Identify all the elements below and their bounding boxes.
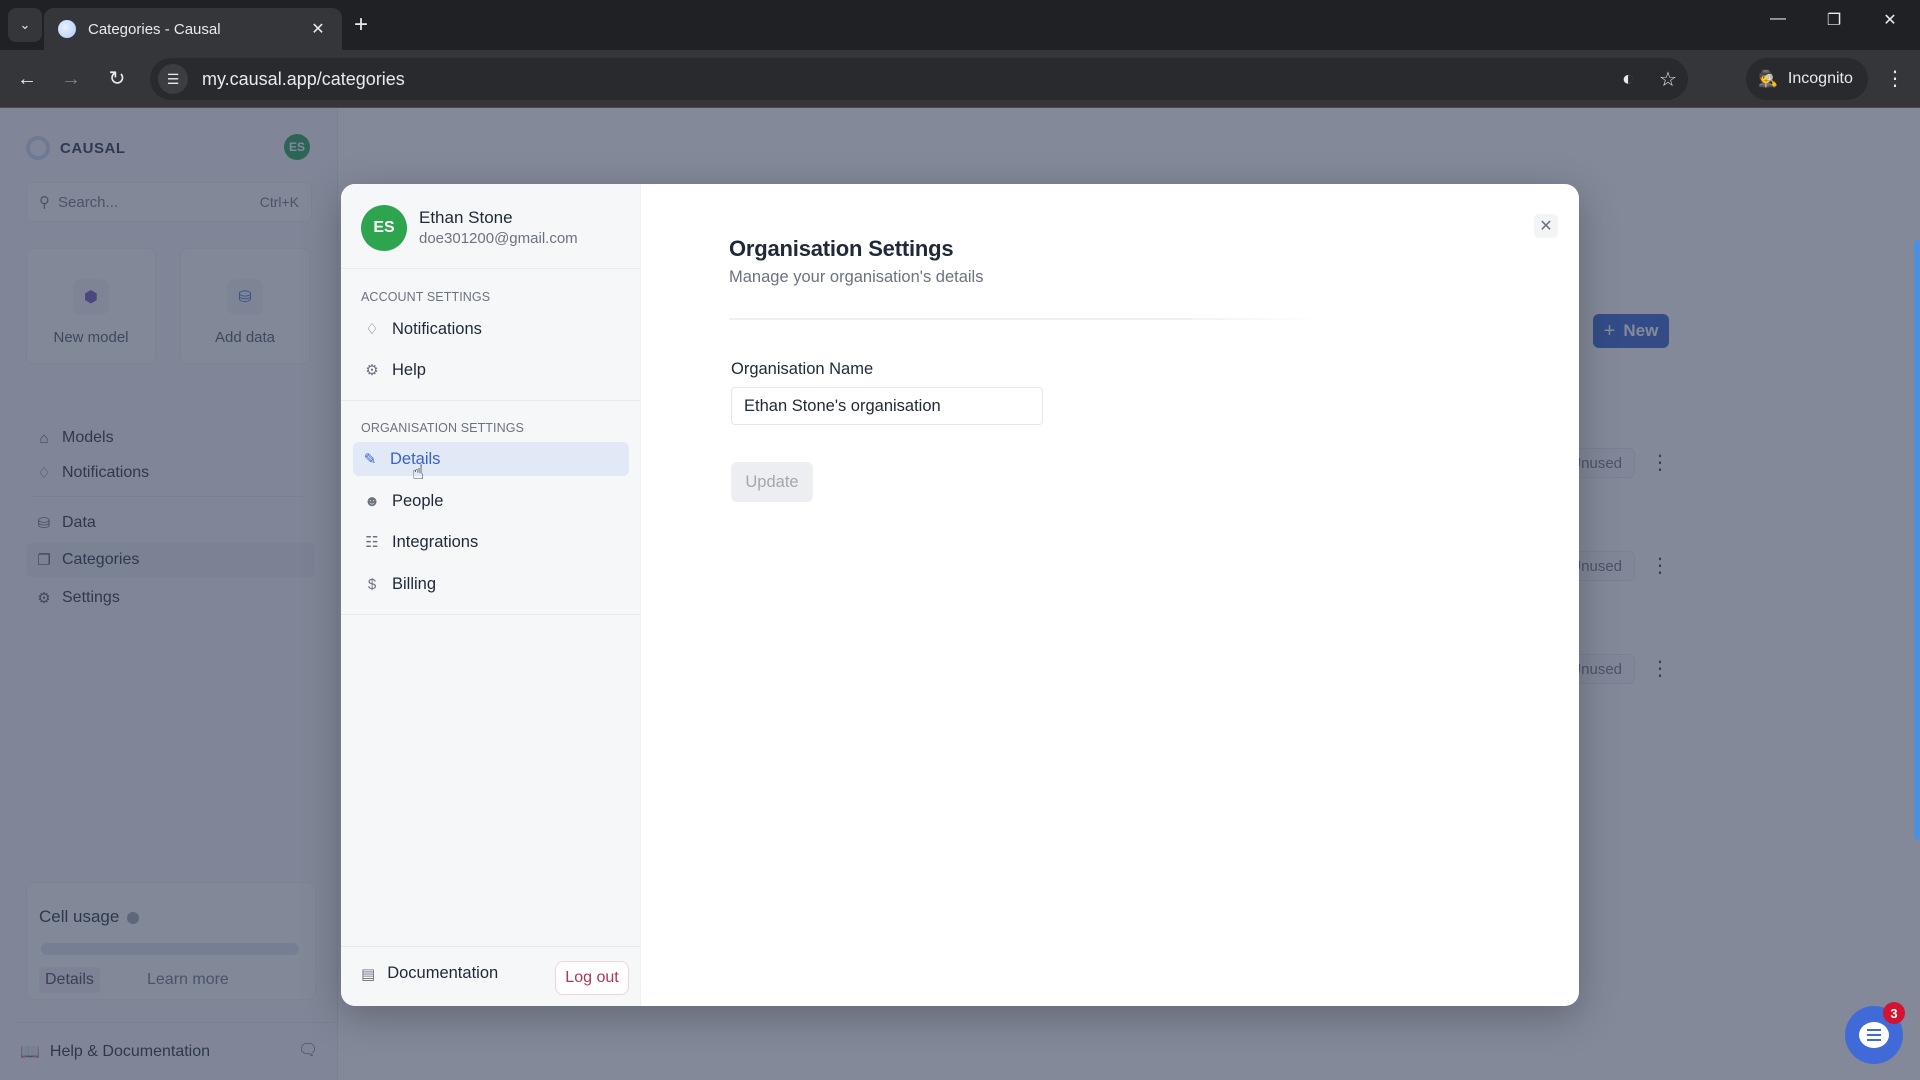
settings-item-details[interactable]: ✎ Details: [353, 442, 629, 476]
settings-item-label: People: [392, 491, 444, 510]
settings-item-help[interactable]: ⚙ Help: [355, 353, 629, 387]
close-icon[interactable]: ✕: [1534, 214, 1558, 238]
settings-item-label: Help: [392, 360, 426, 379]
divider: [341, 614, 641, 615]
help-icon: ⚙: [365, 362, 379, 379]
notification-badge: 3: [1883, 1002, 1905, 1024]
settings-item-notifications[interactable]: ♢ Notifications: [355, 312, 629, 346]
update-button[interactable]: Update: [731, 462, 813, 502]
star-icon[interactable]: ☆: [1648, 67, 1688, 92]
hand-cursor-icon: ☝: [412, 462, 425, 484]
settings-item-integrations[interactable]: ☷ Integrations: [355, 525, 629, 559]
site-info-icon[interactable]: ☰: [158, 64, 188, 94]
divider: [341, 946, 641, 947]
page-subtitle: Manage your organisation's details: [729, 268, 984, 286]
reload-icon[interactable]: ↻: [102, 64, 132, 94]
window-close-icon[interactable]: ✕: [1870, 10, 1910, 30]
chevron-down-icon: ⌄: [19, 17, 31, 32]
browser-tab[interactable]: Categories - Causal ✕: [44, 8, 342, 50]
dollar-icon: $: [367, 575, 377, 593]
divider: [341, 400, 641, 401]
omnibox[interactable]: ☰ my.causal.app/categories ◐ ☆: [150, 58, 1688, 100]
documentation-label: Documentation: [387, 964, 499, 982]
settings-item-label: Billing: [392, 574, 437, 593]
user-name: Ethan Stone: [419, 208, 513, 227]
browser-tab-bar: ⌄ Categories - Causal ✕ + — ❐ ✕: [0, 0, 1920, 50]
page-title: Organisation Settings: [729, 236, 954, 261]
account-settings-heading: ACCOUNT SETTINGS: [361, 290, 491, 304]
back-icon[interactable]: ←: [12, 64, 42, 94]
incognito-label: Incognito: [1787, 70, 1853, 87]
bell-icon: ♢: [365, 321, 379, 338]
incognito-icon: 🕵: [1758, 71, 1778, 88]
forward-icon[interactable]: →: [56, 64, 86, 94]
favicon-icon: [58, 20, 76, 38]
organisation-name-label: Organisation Name: [731, 360, 874, 378]
incognito-indicator[interactable]: 🕵 Incognito: [1746, 58, 1868, 100]
eye-off-icon[interactable]: ◐: [1608, 68, 1648, 91]
settings-item-label: Notifications: [392, 319, 482, 338]
tab-title: Categories - Causal: [88, 20, 221, 38]
people-icon: ☻: [364, 492, 380, 510]
settings-item-people[interactable]: ☻ People: [355, 484, 629, 518]
book-icon: ▤: [361, 965, 376, 983]
integrations-icon: ☷: [365, 534, 379, 551]
browser-menu-icon[interactable]: ⋮: [1880, 64, 1910, 94]
minimize-icon[interactable]: —: [1758, 10, 1798, 28]
settings-modal: ES Ethan Stone doe301200@gmail.com ACCOU…: [341, 184, 1579, 1006]
settings-content: ✕ Organisation Settings Manage your orga…: [642, 184, 1579, 1006]
tab-search-button[interactable]: ⌄: [8, 8, 42, 42]
organisation-name-input[interactable]: [731, 387, 1043, 425]
documentation-link[interactable]: ▤ Documentation: [361, 964, 498, 983]
pencil-icon: ✎: [363, 451, 377, 468]
url-text[interactable]: my.causal.app/categories: [202, 69, 1608, 90]
user-avatar: ES: [361, 205, 407, 251]
settings-item-label: Integrations: [392, 532, 479, 551]
settings-nav: ES Ethan Stone doe301200@gmail.com ACCOU…: [341, 184, 641, 1006]
organisation-settings-heading: ORGANISATION SETTINGS: [361, 421, 524, 435]
address-bar-row: ← → ↻ ☰ my.causal.app/categories ◐ ☆ 🕵 I…: [0, 50, 1920, 108]
restore-icon[interactable]: ❐: [1814, 10, 1854, 30]
user-email: doe301200@gmail.com: [419, 230, 578, 247]
divider: [341, 268, 641, 269]
logout-button[interactable]: Log out: [555, 961, 629, 995]
settings-item-billing[interactable]: $ Billing: [355, 567, 629, 601]
chat-bubble-icon: [1859, 1022, 1889, 1048]
tab-close-icon[interactable]: ✕: [308, 19, 328, 39]
new-tab-button[interactable]: +: [354, 12, 368, 38]
divider: [729, 318, 1329, 320]
scrollbar[interactable]: [1914, 240, 1920, 840]
